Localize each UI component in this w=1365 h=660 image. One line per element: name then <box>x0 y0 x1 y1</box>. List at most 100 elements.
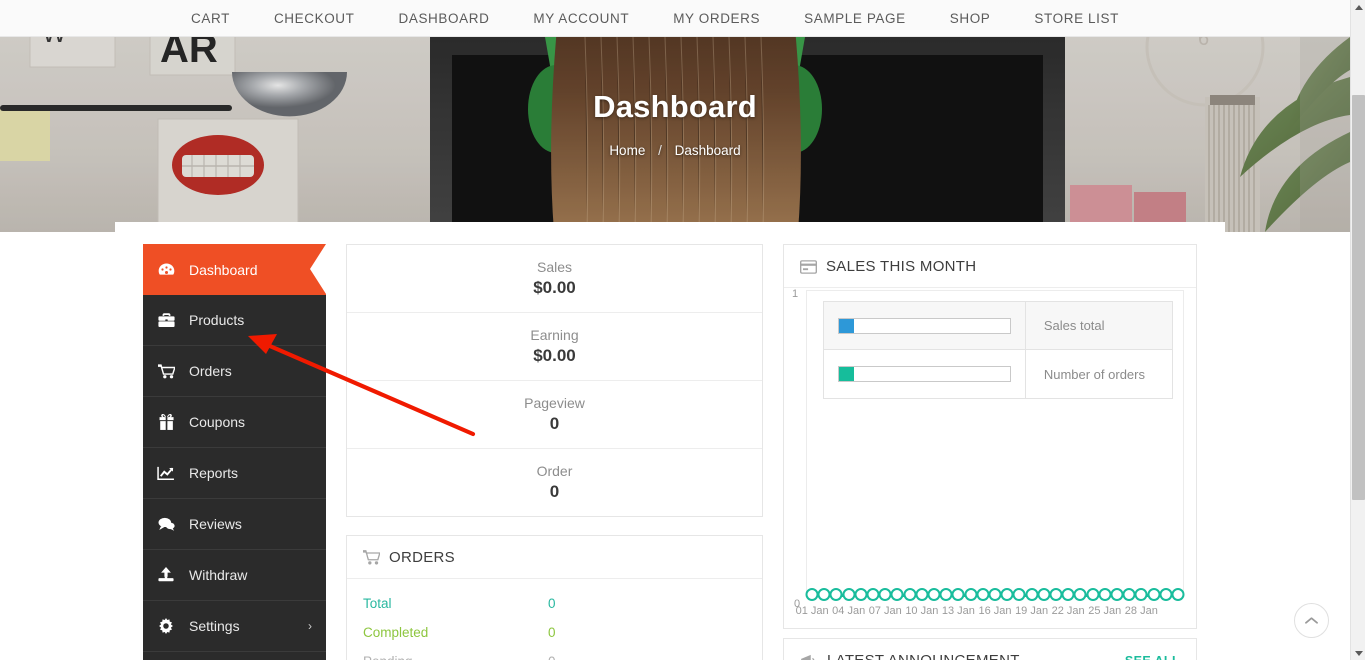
sidebar-item-orders[interactable]: Orders <box>143 346 326 397</box>
chart-legend-row[interactable]: Number of orders <box>824 350 1172 398</box>
chart-marker <box>805 588 819 601</box>
announcement-card-title: LATEST ANNOUNCEMENT <box>827 652 1020 660</box>
chart-legend: Sales total Number of orders <box>823 301 1173 399</box>
topnav-item-checkout[interactable]: CHECKOUT <box>252 11 377 26</box>
sidebar-item-dashboard[interactable]: Dashboard <box>143 244 326 295</box>
stat-pageview: Pageview 0 <box>347 381 762 449</box>
page-scrollbar[interactable] <box>1350 0 1365 660</box>
sidebar-item-label: Orders <box>189 363 232 379</box>
sidebar-item-label: Products <box>189 312 245 328</box>
stat-sales: Sales $0.00 <box>347 245 762 313</box>
page-hero-banner: ₩ AR <box>0 37 1350 232</box>
line-chart-icon <box>143 466 189 481</box>
legend-series-name: Number of orders <box>1043 366 1145 382</box>
sales-chart: 1 0 Sales total Number of orders 01 Jan 04… <box>784 288 1196 628</box>
chart-marker <box>1098 588 1112 601</box>
gear-icon <box>143 618 189 634</box>
sidebar-item-withdraw[interactable]: Withdraw <box>143 550 326 601</box>
chart-marker <box>1037 588 1051 601</box>
topnav-item-sample-page[interactable]: SAMPLE PAGE <box>782 11 928 26</box>
stat-label: Sales <box>536 259 573 275</box>
sales-card-header: SALES THIS MONTH <box>784 245 1196 288</box>
breadcrumb: Home / Dashboard <box>0 143 1350 158</box>
chart-x-tick: 16 Jan <box>978 605 1012 617</box>
sidebar-item-label: Coupons <box>189 414 246 430</box>
legend-color-swatch <box>839 318 854 333</box>
topnav-item-my-account[interactable]: MY ACCOUNT <box>511 11 651 26</box>
chart-y-axis-max-label: 1 <box>792 288 799 300</box>
sidebar-item-products[interactable]: Products <box>143 295 326 346</box>
credit-card-icon <box>800 259 817 274</box>
order-status-label[interactable]: Completed <box>363 625 548 640</box>
scrollbar-down-button[interactable] <box>1351 645 1365 660</box>
page-title: Dashboard <box>593 89 757 124</box>
orders-card: ORDERS Total0Completed0Pending0Processin… <box>346 535 763 660</box>
stat-value: 0 <box>549 414 560 433</box>
chart-marker <box>1025 588 1039 601</box>
stat-label: Pageview <box>524 395 585 411</box>
chart-x-tick: 07 Jan <box>868 605 902 617</box>
briefcase-icon <box>143 312 189 328</box>
sidebar-item-settings[interactable]: Settings › <box>143 601 326 652</box>
sidebar-item-reports[interactable]: Reports <box>143 448 326 499</box>
chart-x-tick: 01 Jan <box>795 605 829 617</box>
stat-label: Order <box>536 463 573 479</box>
chart-marker <box>964 588 978 601</box>
legend-bar-cell <box>824 302 1026 349</box>
topnav-item-shop[interactable]: SHOP <box>928 11 1013 26</box>
legend-series-name: Sales total <box>1043 318 1105 333</box>
scrollbar-up-button[interactable] <box>1351 0 1365 15</box>
topnav-item-my-orders[interactable]: MY ORDERS <box>651 11 782 26</box>
chart-marker <box>890 588 904 601</box>
chart-marker <box>988 588 1002 601</box>
sidebar-item-label: Reports <box>189 465 239 481</box>
breadcrumb-separator: / <box>658 143 662 158</box>
chart-marker <box>1110 588 1124 601</box>
stat-label: Earning <box>530 327 579 343</box>
order-status-label[interactable]: Pending <box>363 654 548 660</box>
latest-announcement-card: LATEST ANNOUNCEMENT SEE ALL <box>783 638 1197 660</box>
chart-marker <box>976 588 990 601</box>
chart-marker <box>854 588 868 601</box>
breadcrumb-home-link[interactable]: Home <box>609 143 645 158</box>
sidebar-item-label: Settings <box>189 618 240 634</box>
chart-x-tick: 04 Jan <box>832 605 866 617</box>
chart-marker <box>1049 588 1063 601</box>
comments-icon <box>143 517 189 531</box>
chart-marker <box>1073 588 1087 601</box>
chart-x-tick-labels: 01 Jan 04 Jan 07 Jan 10 Jan 13 Jan 16 Jan 19 J… <box>796 605 1184 619</box>
shopping-cart-icon <box>143 363 189 379</box>
see-all-link[interactable]: SEE ALL <box>1125 654 1180 660</box>
sales-this-month-card: SALES THIS MONTH 1 0 Sales total Number o… <box>783 244 1197 629</box>
sidebar-item-reviews[interactable]: Reviews <box>143 499 326 550</box>
topnav-item-dashboard[interactable]: DASHBOARD <box>377 11 512 26</box>
chart-x-tick: 28 Jan <box>1124 605 1158 617</box>
sidebar-item-coupons[interactable]: Coupons <box>143 397 326 448</box>
chart-marker <box>1061 588 1075 601</box>
sales-card-title: SALES THIS MONTH <box>826 258 977 275</box>
scroll-to-top-button[interactable] <box>1294 603 1329 638</box>
topnav-item-store-list[interactable]: STORE LIST <box>1012 11 1141 26</box>
order-status-count: 0 <box>548 596 556 611</box>
chart-marker <box>1171 588 1185 601</box>
summary-stats-card: Sales $0.00 Earning $0.00 Pageview 0 Order 0 <box>346 244 763 517</box>
order-status-label[interactable]: Total <box>363 596 548 611</box>
announcement-card-header: LATEST ANNOUNCEMENT SEE ALL <box>784 639 1196 660</box>
orders-card-title: ORDERS <box>389 549 455 566</box>
chart-x-tick: 10 Jan <box>905 605 939 617</box>
chart-marker <box>1122 588 1136 601</box>
gift-icon <box>143 414 189 430</box>
topnav-item-cart[interactable]: CART <box>169 11 252 26</box>
legend-bar-track <box>838 317 1011 334</box>
chart-marker <box>915 588 929 601</box>
chevron-up-icon <box>1305 617 1318 624</box>
chart-marker <box>927 588 941 601</box>
page-root: CART CHECKOUT DASHBOARD MY ACCOUNT MY ORDERS… <box>0 0 1365 660</box>
chart-marker <box>817 588 831 601</box>
chart-marker <box>939 588 953 601</box>
chart-marker <box>829 588 843 601</box>
stat-order: Order 0 <box>347 449 762 516</box>
chart-legend-row[interactable]: Sales total <box>824 302 1172 350</box>
legend-bar-cell <box>824 350 1026 398</box>
scrollbar-thumb[interactable] <box>1352 95 1365 500</box>
